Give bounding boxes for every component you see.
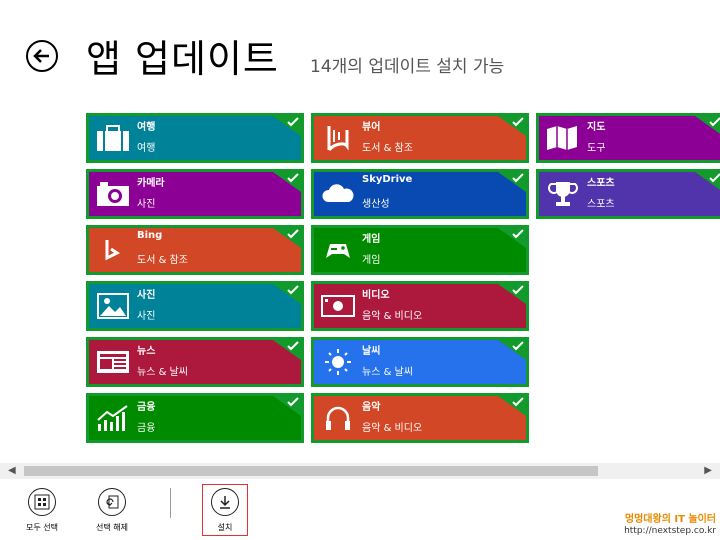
app-tile[interactable]: 스포츠 스포츠 xyxy=(536,169,720,219)
sun-icon xyxy=(318,345,358,379)
checkmark-icon xyxy=(498,340,526,360)
checkmark-icon xyxy=(273,396,301,416)
tile-category: 스포츠 xyxy=(587,199,615,210)
checkmark-icon xyxy=(273,172,301,192)
tile-app-name: 지도 xyxy=(587,122,606,133)
page-title: 앱 업데이트 xyxy=(86,37,279,81)
page-subtitle: 14개의 업데이트 설치 가능 xyxy=(310,57,505,77)
app-tile[interactable]: 카메라사진 xyxy=(86,169,304,219)
tile-category: 사진 xyxy=(137,311,156,322)
briefcase-icon xyxy=(93,121,133,155)
map-icon xyxy=(543,121,583,155)
gamepad-icon xyxy=(318,233,358,267)
tile-category: 도서 & 참조 xyxy=(362,143,413,154)
deselect-label: 선택 해제 xyxy=(96,523,128,532)
checkmark-icon xyxy=(695,116,720,136)
checkmark-icon xyxy=(273,284,301,304)
photo-icon xyxy=(93,289,133,323)
tile-category: 도구 xyxy=(587,143,606,154)
tile-category: 도서 & 참조 xyxy=(137,255,188,266)
tile-category: 사진 xyxy=(137,199,156,210)
tile-category: 금융 xyxy=(137,423,156,434)
scroll-right-icon[interactable]: ▶ xyxy=(704,465,712,476)
app-tile[interactable]: 뉴스뉴스 & 날씨 xyxy=(86,337,304,387)
deselect-button[interactable]: 선택 해제 xyxy=(82,488,142,540)
tile-app-name: SkyDrive xyxy=(362,174,413,185)
checkmark-icon xyxy=(498,172,526,192)
tile-app-name: 뷰어 xyxy=(362,122,381,133)
app-tile[interactable]: 뷰어도서 & 참조 xyxy=(311,113,529,163)
appbar-divider xyxy=(170,488,171,518)
tile-app-name: 금융 xyxy=(137,402,156,413)
checkmark-icon xyxy=(273,340,301,360)
tile-app-name: 여행 xyxy=(137,122,156,133)
select-all-button[interactable]: 모두 선택 xyxy=(12,488,72,540)
scroll-left-icon[interactable]: ◀ xyxy=(8,465,16,476)
app-tile[interactable]: 날씨뉴스 & 날씨 xyxy=(311,337,529,387)
tile-category: 여행 xyxy=(137,143,156,154)
tile-app-name: 음악 xyxy=(362,402,381,413)
checkmark-icon xyxy=(273,116,301,136)
tile-app-name: 사진 xyxy=(137,290,156,301)
install-button[interactable]: 설치 xyxy=(195,488,255,540)
tile-category: 음악 & 비디오 xyxy=(362,423,423,434)
deselect-icon xyxy=(98,488,126,516)
headphones-icon xyxy=(318,401,358,435)
back-button[interactable] xyxy=(26,40,58,72)
checkmark-icon xyxy=(498,116,526,136)
checkmark-icon xyxy=(498,284,526,304)
tile-category: 음악 & 비디오 xyxy=(362,311,423,322)
app-tile[interactable]: 게임 게임 xyxy=(311,225,529,275)
cloud-icon xyxy=(318,177,358,211)
app-tile[interactable]: 금융 금융 xyxy=(86,393,304,443)
tile-category: 게임 xyxy=(362,255,381,266)
back-arrow-icon xyxy=(33,49,49,63)
tile-app-name: 비디오 xyxy=(362,290,390,301)
trophy-icon xyxy=(543,177,583,211)
tile-app-name: Bing xyxy=(137,230,163,241)
tile-app-name: 날씨 xyxy=(362,346,381,357)
checkmark-icon xyxy=(273,228,301,248)
tile-app-name: 게임 xyxy=(362,234,381,245)
bing-icon xyxy=(93,233,133,267)
app-tile[interactable]: SkyDrive 생산성 xyxy=(311,169,529,219)
app-tile[interactable]: Bing 도서 & 참조 xyxy=(86,225,304,275)
watermark-title: 멍멍대왕의 IT 놀이터 xyxy=(624,514,716,525)
app-tile[interactable]: 사진 사진 xyxy=(86,281,304,331)
checkmark-icon xyxy=(695,172,720,192)
app-tile[interactable]: 음악음악 & 비디오 xyxy=(311,393,529,443)
tile-category: 생산성 xyxy=(362,199,390,210)
camera-icon xyxy=(93,177,133,211)
newspaper-icon xyxy=(93,345,133,379)
select-all-icon xyxy=(28,488,56,516)
tile-app-name: 뉴스 xyxy=(137,346,156,357)
tile-app-name: 스포츠 xyxy=(587,178,615,189)
tile-category: 뉴스 & 날씨 xyxy=(137,367,188,378)
download-icon xyxy=(211,488,239,516)
chart-icon xyxy=(93,401,133,435)
scroll-thumb[interactable] xyxy=(24,466,598,476)
app-tile[interactable]: 지도도구 xyxy=(536,113,720,163)
checkmark-icon xyxy=(498,396,526,416)
reader-icon xyxy=(318,121,358,155)
horizontal-scrollbar[interactable]: ◀ ▶ xyxy=(0,463,720,479)
video-icon xyxy=(318,289,358,323)
checkmark-icon xyxy=(498,228,526,248)
app-tile[interactable]: 비디오음악 & 비디오 xyxy=(311,281,529,331)
tile-app-name: 카메라 xyxy=(137,178,165,189)
app-updates-page: 앱 업데이트 14개의 업데이트 설치 가능 여행 여행 카메라 사진 Bing 도서 &… xyxy=(0,0,720,540)
tile-category: 뉴스 & 날씨 xyxy=(362,367,413,378)
app-tile[interactable]: 여행 여행 xyxy=(86,113,304,163)
watermark-url: http://nextstep.co.kr xyxy=(624,526,716,536)
select-all-label: 모두 선택 xyxy=(26,523,58,532)
install-label: 설치 xyxy=(217,523,233,532)
